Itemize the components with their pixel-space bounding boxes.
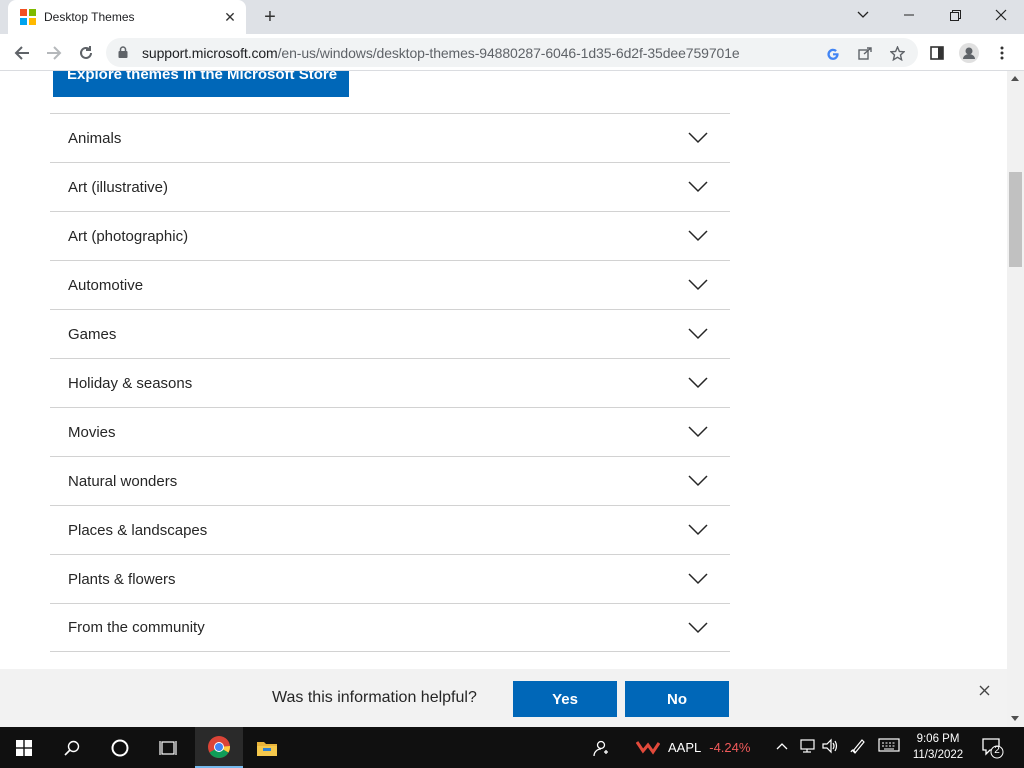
url-text[interactable]: support.microsoft.com/en-us/windows/desk… [142, 45, 740, 61]
feedback-question: Was this information helpful? [272, 689, 477, 706]
clock-time: 9:06 PM [916, 733, 960, 745]
stock-change: -4.24% [709, 739, 751, 755]
chevron-down-icon [688, 279, 708, 291]
accordion-item-label: Holiday & seasons [68, 374, 193, 392]
accordion-item-label: From the community [68, 619, 205, 636]
back-icon[interactable] [8, 39, 36, 67]
minimize-button[interactable] [886, 0, 932, 30]
share-icon[interactable] [856, 44, 874, 62]
network-icon[interactable] [798, 738, 816, 757]
chevron-down-icon [688, 181, 708, 193]
chevron-down-icon [688, 573, 708, 585]
tab-title: Desktop Themes [44, 10, 135, 24]
stock-widget[interactable]: AAPL -4.24% [636, 739, 750, 755]
cortana-icon[interactable] [96, 727, 144, 768]
people-icon[interactable] [576, 727, 624, 768]
theme-categories-accordion: Animals Art (illustrative) Art (photograph… [50, 113, 730, 652]
explore-store-button[interactable]: Explore themes in the Microsoft Store [53, 71, 349, 97]
chevron-down-icon [688, 132, 708, 144]
address-bar[interactable]: support.microsoft.com/en-us/windows/desk… [106, 38, 918, 67]
feedback-bar: Was this information helpful? Yes No [0, 669, 1007, 727]
side-panel-icon[interactable] [926, 42, 948, 64]
restore-button[interactable] [932, 0, 978, 30]
windows-start-icon[interactable] [0, 727, 48, 768]
more-menu-icon[interactable] [991, 42, 1013, 64]
feedback-no-button[interactable]: No [625, 681, 729, 717]
browser-toolbar: support.microsoft.com/en-us/windows/desk… [0, 34, 1024, 71]
chrome-taskbar-icon[interactable] [195, 727, 243, 768]
lock-icon[interactable] [118, 46, 128, 58]
chevron-down-icon [688, 475, 708, 487]
chevron-down-icon [688, 377, 708, 389]
accordion-item[interactable]: Art (photographic) [50, 211, 730, 260]
clock-date: 11/3/2022 [912, 749, 964, 761]
accordion-item[interactable]: Places & landscapes [50, 505, 730, 554]
accordion-item-label: Animals [68, 129, 122, 147]
search-icon[interactable] [48, 727, 96, 768]
accordion-item-label: Games [68, 325, 117, 343]
chevron-down-icon [688, 524, 708, 536]
url-host: support.microsoft.com [142, 45, 278, 61]
show-hidden-icons-chevron-icon[interactable] [776, 738, 788, 753]
chevron-down-icon [688, 328, 708, 340]
accordion-item[interactable]: Art (illustrative) [50, 162, 730, 211]
volume-icon[interactable] [822, 738, 840, 757]
scroll-down-icon[interactable] [1011, 716, 1019, 721]
notification-count: 2 [994, 745, 1000, 756]
accordion-item[interactable]: Automotive [50, 260, 730, 309]
accordion-item-label: Plants & flowers [68, 570, 176, 588]
task-view-icon[interactable] [144, 727, 192, 768]
url-path: /en-us/windows/desktop-themes-94880287-6… [277, 45, 740, 61]
pen-ink-icon[interactable] [850, 738, 866, 757]
chevron-down-icon [688, 621, 708, 633]
accordion-item[interactable]: Holiday & seasons [50, 358, 730, 407]
page-scrollbar[interactable] [1007, 71, 1024, 727]
accordion-item-label: Art (illustrative) [68, 178, 169, 196]
browser-tab[interactable]: Desktop Themes ✕ [8, 0, 246, 34]
profile-avatar-icon[interactable] [958, 42, 980, 64]
accordion-item-label: Automotive [68, 276, 144, 294]
browser-titlebar: Desktop Themes ✕ + [0, 0, 1024, 34]
accordion-item-label: Natural wonders [68, 472, 178, 490]
accordion-item-label: Art (photographic) [68, 227, 189, 245]
feedback-close-icon[interactable] [975, 681, 993, 699]
close-window-button[interactable] [978, 0, 1024, 30]
accordion-item[interactable]: Natural wonders [50, 456, 730, 505]
scrollbar-thumb[interactable] [1009, 172, 1022, 267]
google-icon[interactable] [824, 44, 842, 62]
scroll-up-icon[interactable] [1011, 76, 1019, 81]
new-tab-button[interactable]: + [258, 6, 282, 28]
page-content: Explore themes in the Microsoft Store An… [0, 71, 1007, 727]
stock-symbol: AAPL [668, 739, 702, 755]
system-clock[interactable]: 9:06 PM 11/3/2022 [904, 731, 972, 763]
accordion-item[interactable]: Movies [50, 407, 730, 456]
forward-icon[interactable] [40, 39, 68, 67]
microsoft-logo-icon [20, 9, 36, 25]
accordion-item[interactable]: From the community [50, 603, 730, 652]
tab-search-icon[interactable] [840, 0, 886, 30]
windows-taskbar: AAPL -4.24% 9:06 PM 11/3/2022 2 [0, 727, 1024, 768]
accordion-item-label: Places & landscapes [68, 521, 208, 539]
action-center-icon[interactable]: 2 [980, 735, 1004, 759]
tab-close-icon[interactable]: ✕ [220, 7, 240, 27]
chevron-down-icon [688, 426, 708, 438]
chevron-down-icon [688, 230, 708, 242]
accordion-item[interactable]: Plants & flowers [50, 554, 730, 603]
accordion-item[interactable]: Animals [50, 113, 730, 162]
file-explorer-icon[interactable] [243, 727, 291, 768]
feedback-yes-button[interactable]: Yes [513, 681, 617, 717]
touch-keyboard-icon[interactable] [878, 738, 900, 755]
accordion-item-label: Movies [68, 423, 116, 441]
bookmark-star-icon[interactable] [888, 44, 906, 62]
accordion-item[interactable]: Games [50, 309, 730, 358]
stock-trend-icon [636, 741, 660, 755]
reload-icon[interactable] [72, 39, 100, 67]
